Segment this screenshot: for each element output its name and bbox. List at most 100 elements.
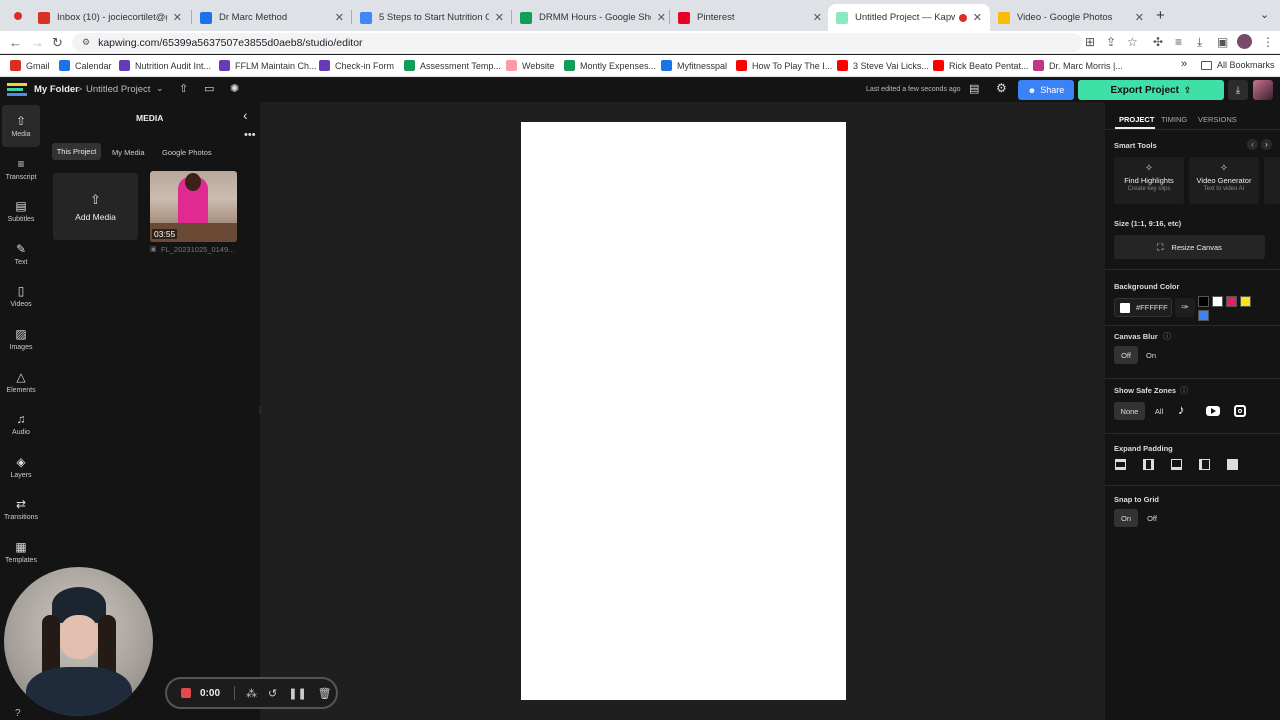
profile-avatar[interactable] [1237,34,1252,49]
color-swatch[interactable] [1240,296,1251,307]
padding-bottom-icon[interactable] [1171,459,1182,470]
snap-on-toggle[interactable]: On [1114,509,1138,527]
blur-off-toggle[interactable]: Off [1114,346,1138,364]
padding-left-right-icon[interactable] [1143,459,1154,470]
tab-this-project[interactable]: This Project [52,143,101,160]
install-app-icon[interactable]: ⊞ [1085,35,1095,49]
nav-subtitles[interactable]: ▤ Subtitles [0,190,42,232]
nav-media[interactable]: ⇧ Media [2,105,40,147]
collapse-panel-icon[interactable]: ‹ [243,107,248,123]
downloads-icon[interactable]: ⤓ [1197,35,1202,50]
new-tab-button[interactable]: + [1156,7,1165,24]
browser-tab[interactable]: Pinterest ✕ [670,4,830,31]
bookmark-item[interactable]: Myfitnesspal [661,60,727,71]
tab-search-icon[interactable]: ⌄ [1260,8,1269,21]
bookmark-star-icon[interactable]: ☆ [1127,35,1138,49]
captions-icon[interactable]: ▭ [204,82,214,95]
info-icon[interactable]: ⓘ [1163,331,1171,342]
padding-top-bottom-icon[interactable] [1115,459,1126,470]
media-more-icon[interactable]: ••• [244,129,256,141]
bookmark-item[interactable]: Dr. Marc Morris |... [1033,60,1123,71]
tab-timing[interactable]: TIMING [1161,115,1187,124]
nav-transitions[interactable]: ⇄ Transitions [0,488,42,530]
side-panel-icon[interactable]: ▣ [1217,35,1228,49]
browser-tab[interactable]: Video - Google Photos ✕ [990,4,1152,31]
color-swatch[interactable] [1226,296,1237,307]
close-tab-icon[interactable]: ✕ [657,11,666,24]
chevron-right-icon[interactable]: › [1261,139,1272,150]
browser-tab[interactable]: DRMM Hours - Google Sheets ✕ [512,4,674,31]
folder-link[interactable]: My Folder [34,84,79,95]
download-button[interactable]: ⤓ [1228,80,1248,100]
export-project-button[interactable]: Export Project ⇪ [1078,80,1224,100]
nav-videos[interactable]: ▯ Videos [0,275,42,317]
info-icon[interactable]: ⓘ [1180,385,1188,396]
bookmark-item[interactable]: Assessment Temp... [404,60,501,71]
share-page-icon[interactable]: ⇪ [1106,35,1116,49]
tab-versions[interactable]: VERSIONS [1198,115,1237,124]
bookmark-item[interactable]: Check-in Form [319,60,394,71]
restart-icon[interactable]: ↺ [268,687,277,700]
panel-resize-handle[interactable]: ⋮ [256,406,264,415]
nav-templates[interactable]: ▦ Templates [0,531,42,573]
browser-tab[interactable]: Untitled Project — Kapwin ✕ [828,4,990,31]
tab-project[interactable]: PROJECT [1119,115,1154,124]
more-bookmarks-button[interactable]: » [1181,58,1187,70]
nav-layers[interactable]: ◈ Layers [0,446,42,488]
color-swatch[interactable] [1212,296,1223,307]
blur-on-toggle[interactable]: On [1143,346,1159,364]
close-tab-icon[interactable]: ✕ [173,11,182,24]
background-color-field[interactable]: #FFFFFF [1114,298,1172,317]
close-tab-icon[interactable]: ✕ [335,11,344,24]
stop-recording-button[interactable] [181,688,191,698]
extensions-icon[interactable]: ✣ [1153,35,1163,49]
site-info-icon[interactable]: ⚙ [82,37,90,48]
lightbulb-icon[interactable]: ✺ [230,82,239,95]
project-title[interactable]: Untitled Project [86,84,150,95]
padding-fill-icon[interactable] [1227,459,1238,470]
close-tab-icon[interactable]: ✕ [813,11,822,24]
tab-my-media[interactable]: My Media [112,148,145,157]
share-button[interactable]: ☻ Share [1018,80,1074,100]
safe-zones-all-toggle[interactable]: All [1149,402,1169,420]
bookmark-item[interactable]: FFLM Maintain Ch... [219,60,317,71]
color-swatch[interactable] [1198,296,1209,307]
resize-canvas-button[interactable]: ⛶ Resize Canvas [1114,235,1265,259]
drag-handle-icon[interactable]: ⁂ [246,687,257,700]
browser-menu-icon[interactable]: ⋮ [1262,35,1274,49]
comments-icon[interactable]: ▤ [969,82,979,95]
safe-zones-none-toggle[interactable]: None [1114,402,1145,420]
add-media-button[interactable]: ⇧ Add Media [53,173,138,240]
bookmark-item[interactable]: How To Play The I... [736,60,832,71]
bookmark-item[interactable]: 3 Steve Vai Licks... [837,60,929,71]
chevron-left-icon[interactable]: ‹ [1247,139,1258,150]
bookmark-item[interactable]: Website [506,60,554,71]
forward-icon[interactable]: → [31,35,44,50]
nav-transcript[interactable]: ≡ Transcript [0,148,42,190]
bookmark-item[interactable]: Montly Expenses... [564,60,656,71]
all-bookmarks-button[interactable]: All Bookmarks [1201,60,1275,70]
trash-icon[interactable]: 🗑 [318,687,332,700]
kapwing-logo-icon[interactable] [7,83,27,97]
color-swatch[interactable] [1198,310,1209,321]
media-clip-thumbnail[interactable]: 03:55 [150,171,237,242]
project-canvas[interactable] [521,122,846,700]
help-icon[interactable]: ? [15,708,21,719]
nav-elements[interactable]: △ Elements [0,361,42,403]
find-highlights-card[interactable]: ✧ Find Highlights Create key clips [1114,157,1184,204]
reload-icon[interactable]: ↻ [52,35,63,51]
bookmark-item[interactable]: Gmail [10,60,50,71]
tiktok-icon[interactable]: ♪ [1178,402,1185,417]
close-tab-icon[interactable]: ✕ [1135,11,1144,24]
snap-off-toggle[interactable]: Off [1143,509,1161,527]
close-tab-icon[interactable]: ✕ [495,11,504,24]
settings-gear-icon[interactable]: ⚙ [996,81,1007,95]
back-icon[interactable]: ← [9,35,22,50]
upload-icon[interactable]: ⇧ [179,82,188,95]
url-field[interactable]: ⚙ kapwing.com/65399a5637507e3855d0aeb8/s… [72,33,1082,52]
browser-tab[interactable]: Inbox (10) - jociecortilet@gmai ✕ [30,4,190,31]
chevron-down-icon[interactable]: ⌄ [156,83,164,94]
reading-list-icon[interactable]: ≡ [1175,35,1182,49]
instagram-icon[interactable] [1234,405,1246,417]
youtube-icon[interactable] [1206,406,1220,416]
